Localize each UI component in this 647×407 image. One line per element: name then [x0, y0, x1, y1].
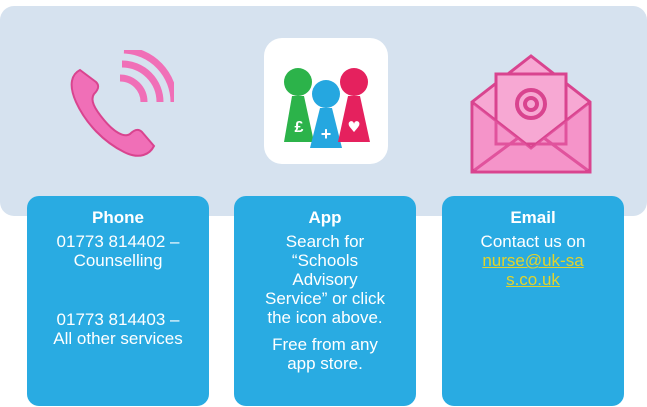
- app-line-5: the icon above.: [267, 308, 383, 327]
- email-intro: Contact us on: [480, 232, 586, 251]
- email-icon[interactable]: [466, 44, 596, 176]
- app-line-7: app store.: [287, 354, 363, 373]
- phone-icon[interactable]: [62, 46, 178, 160]
- email-title: Email: [510, 208, 556, 227]
- app-line-6: Free from any: [272, 335, 378, 354]
- app-line-4: Service” or click: [265, 289, 385, 308]
- app-logo-icon[interactable]: £ + ♥: [264, 38, 388, 164]
- other-services-number[interactable]: 01773 814403 –: [27, 310, 209, 329]
- pound-symbol: £: [295, 119, 304, 136]
- plus-symbol: +: [321, 124, 332, 144]
- heart-symbol: ♥: [347, 118, 360, 136]
- app-card: App Search for “Schools Advisory Service…: [234, 196, 416, 406]
- app-line-1: Search for: [285, 232, 365, 251]
- app-title: App: [308, 208, 342, 227]
- app-line-3: Advisory: [292, 270, 358, 289]
- email-address-link[interactable]: nurse@uk-sas.co.uk: [478, 251, 588, 289]
- counselling-label: Counselling: [73, 251, 163, 270]
- email-card: Email Contact us on nurse@uk-sas.co.uk: [442, 196, 624, 406]
- counselling-number[interactable]: 01773 814402 –: [27, 232, 209, 251]
- phone-title: Phone: [92, 208, 144, 227]
- app-line-2: “Schools: [291, 251, 359, 270]
- phone-card: Phone 01773 814402 – Counselling 01773 8…: [27, 196, 209, 406]
- other-services-label: All other services: [53, 329, 183, 348]
